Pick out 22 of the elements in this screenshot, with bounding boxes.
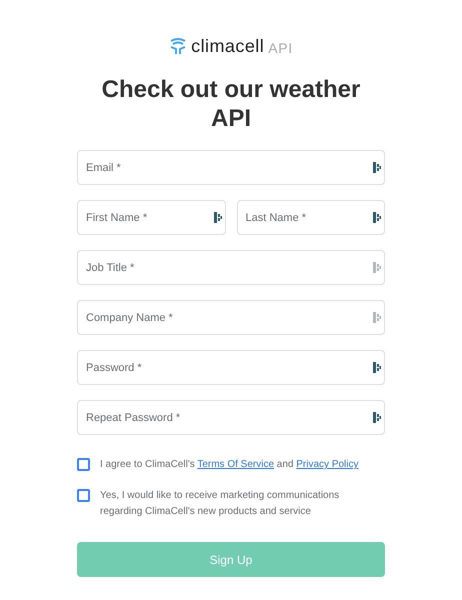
consent-text: I agree to ClimaCell's Terms Of Service and Privacy Policy bbox=[100, 458, 360, 472]
logo-wordmark: climacell bbox=[191, 37, 264, 55]
input-field[interactable]: First Name * bbox=[77, 200, 226, 235]
input-field[interactable]: Password * bbox=[77, 350, 385, 385]
input-field[interactable]: Last Name * bbox=[236, 200, 385, 235]
logo-suffix: API bbox=[268, 41, 293, 55]
password-manager-icon[interactable] bbox=[373, 212, 381, 223]
page-title: Check out our weather API bbox=[100, 75, 362, 133]
input-field[interactable]: Repeat Password * bbox=[77, 400, 385, 435]
input-field[interactable]: Company Name * bbox=[77, 300, 385, 335]
checkbox[interactable] bbox=[77, 458, 90, 471]
password-manager-icon[interactable] bbox=[373, 412, 381, 423]
password-manager-icon[interactable] bbox=[214, 212, 222, 223]
input-field[interactable]: Job Title * bbox=[77, 250, 385, 285]
input-field[interactable]: Email * bbox=[77, 150, 385, 185]
consent-text: Yes, I would like to receive marketing communications regarding ClimaCell's new products and service bbox=[100, 489, 340, 519]
password-manager-icon[interactable] bbox=[373, 362, 381, 373]
password-manager-icon[interactable] bbox=[373, 162, 381, 173]
checkbox[interactable] bbox=[77, 489, 90, 502]
policy-link[interactable]: Terms Of Service bbox=[197, 459, 274, 470]
policy-link[interactable]: Privacy Policy bbox=[296, 459, 359, 470]
logo-icon bbox=[169, 38, 188, 55]
